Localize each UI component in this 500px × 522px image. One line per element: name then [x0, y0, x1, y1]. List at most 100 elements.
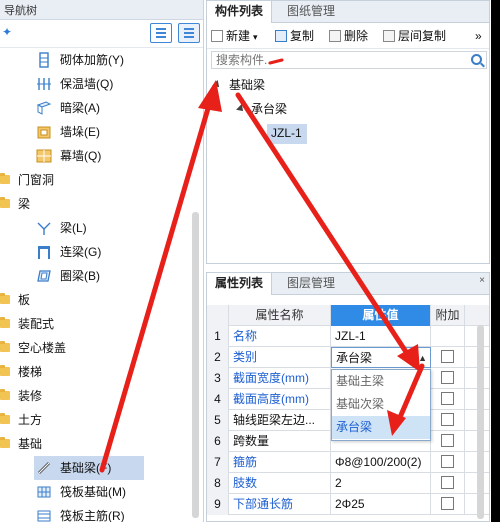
nav-label: 门窗洞: [18, 173, 55, 187]
property-row[interactable]: 8 肢数 2: [207, 473, 489, 494]
nav-category[interactable]: 梁: [0, 192, 192, 216]
property-value[interactable]: 承台梁 ▲: [331, 347, 431, 368]
row-index: 6: [207, 431, 229, 452]
tab-property-list[interactable]: 属性列表: [207, 273, 273, 295]
nav-label: 筏板主筋(R): [60, 509, 125, 522]
property-value[interactable]: JZL-1: [331, 326, 431, 347]
row-index: 1: [207, 326, 229, 347]
extra-cell: [431, 326, 465, 347]
new-button[interactable]: 新建 ▾: [211, 28, 258, 44]
property-row[interactable]: 1 名称 JZL-1: [207, 326, 489, 347]
nav-list: 砌体加筋(Y) 保温墙(Q) 暗梁(A) 墙垛(E) 幕墙(Q) 门窗洞梁梁(L) 连梁(G…: [0, 48, 192, 522]
nav-item[interactable]: 梁(L): [0, 216, 192, 240]
delete-icon: [329, 30, 341, 42]
nav-label: 圈梁(B): [60, 269, 100, 283]
extra-checkbox[interactable]: [441, 413, 454, 426]
nav-item[interactable]: 基础梁(F): [0, 456, 192, 480]
search-box: [211, 51, 487, 69]
nav-category[interactable]: 装配式: [0, 312, 192, 336]
extra-checkbox[interactable]: [441, 371, 454, 384]
nav-item[interactable]: 墙垛(E): [0, 120, 192, 144]
header-property-name: 属性名称: [229, 305, 331, 326]
dropdown-arrow-icon[interactable]: ▲: [418, 348, 427, 367]
nav-item[interactable]: 暗梁(A): [0, 96, 192, 120]
nav-label: 砌体加筋(Y): [60, 53, 124, 67]
property-value[interactable]: 2Φ25: [331, 494, 431, 515]
nav-category[interactable]: 土方: [0, 408, 192, 432]
nav-item[interactable]: 筏板主筋(R): [0, 504, 192, 522]
extra-checkbox[interactable]: [441, 350, 454, 363]
nav-item[interactable]: 筏板基础(M): [0, 480, 192, 504]
nav-item[interactable]: 幕墙(Q): [0, 144, 192, 168]
delete-button[interactable]: 删除: [329, 28, 368, 44]
nav-label: 板: [18, 293, 31, 307]
property-name: 轴线距梁左边...: [229, 410, 331, 431]
property-name: 截面宽度(mm): [229, 368, 331, 389]
extra-cell: [431, 347, 465, 368]
property-row[interactable]: 2 类别 承台梁 ▲: [207, 347, 489, 368]
nav-category[interactable]: 门窗洞: [0, 168, 192, 192]
expand-icon[interactable]: ✦: [2, 25, 12, 39]
more-button[interactable]: »: [475, 28, 482, 44]
tab-drawing-management[interactable]: 图纸管理: [279, 1, 343, 23]
property-row[interactable]: 7 箍筋 Φ8@100/200(2): [207, 452, 489, 473]
row-index: 2: [207, 347, 229, 368]
layer-copy-button[interactable]: 层间复制: [383, 28, 446, 44]
property-list-panel: 属性列表 图层管理 × 属性名称 属性值 附加 1 名称 JZL-1 2 类别 承台梁 ▲ 3…: [206, 272, 490, 522]
property-row[interactable]: 9 下部通长筋 2Φ25: [207, 494, 489, 515]
nav-category[interactable]: 基础: [0, 432, 192, 456]
copy-button[interactable]: 复制: [275, 28, 314, 44]
list-view-button[interactable]: [150, 23, 172, 43]
tree-node-foundation-beam[interactable]: 基础梁: [207, 73, 489, 97]
nav-category[interactable]: 楼梯: [0, 360, 192, 384]
search-icon[interactable]: [471, 54, 482, 65]
property-value[interactable]: 2: [331, 473, 431, 494]
nav-item[interactable]: 连梁(G): [0, 240, 192, 264]
extra-checkbox[interactable]: [441, 455, 454, 468]
extra-cell: [431, 473, 465, 494]
close-icon[interactable]: ×: [479, 275, 485, 286]
tree-view-button[interactable]: [178, 23, 200, 43]
extra-cell: [431, 368, 465, 389]
masonry-rebar-icon: [36, 52, 52, 68]
expand-triangle-icon[interactable]: [236, 104, 246, 114]
nav-item[interactable]: 圈梁(B): [0, 264, 192, 288]
nav-label: 楼梯: [18, 365, 43, 379]
nav-item[interactable]: 砌体加筋(Y): [0, 48, 192, 72]
ring-beam-icon: [36, 268, 52, 284]
extra-checkbox[interactable]: [441, 392, 454, 405]
nav-scrollbar[interactable]: [192, 212, 199, 518]
nav-label: 基础梁(F): [60, 461, 112, 475]
beam-icon: [36, 220, 52, 236]
tree-node-cap-beam[interactable]: 承台梁: [207, 97, 489, 121]
layer-copy-icon: [383, 30, 395, 42]
copy-icon: [275, 30, 287, 42]
nav-label: 筏板基础(M): [60, 485, 126, 499]
dropdown-option[interactable]: 基础主梁: [332, 370, 430, 393]
property-name: 肢数: [229, 473, 331, 494]
dropdown-option[interactable]: 承台梁: [332, 416, 430, 439]
dropdown-option[interactable]: 基础次梁: [332, 393, 430, 416]
extra-cell: [431, 494, 465, 515]
property-value[interactable]: Φ8@100/200(2): [331, 452, 431, 473]
nav-label: 暗梁(A): [60, 101, 100, 115]
tree-node-jzl-1[interactable]: JZL-1: [207, 121, 489, 145]
nav-label: 装修: [18, 389, 43, 403]
extra-cell: [431, 389, 465, 410]
nav-label: 基础: [18, 437, 43, 451]
navigation-tree-title: 导航树: [0, 0, 203, 20]
nav-category[interactable]: 装修: [0, 384, 192, 408]
extra-checkbox[interactable]: [441, 497, 454, 510]
tab-component-list[interactable]: 构件列表: [207, 1, 273, 23]
folder-icon: [0, 365, 10, 376]
search-input[interactable]: [212, 52, 462, 68]
property-scrollbar[interactable]: [477, 325, 484, 519]
expand-triangle-icon[interactable]: [212, 80, 222, 90]
extra-checkbox[interactable]: [441, 434, 454, 447]
nav-label: 幕墙(Q): [60, 149, 102, 163]
nav-item[interactable]: 保温墙(Q): [0, 72, 192, 96]
extra-checkbox[interactable]: [441, 476, 454, 489]
nav-category[interactable]: 板: [0, 288, 192, 312]
tab-layer-management[interactable]: 图层管理: [279, 273, 343, 295]
nav-category[interactable]: 空心楼盖: [0, 336, 192, 360]
